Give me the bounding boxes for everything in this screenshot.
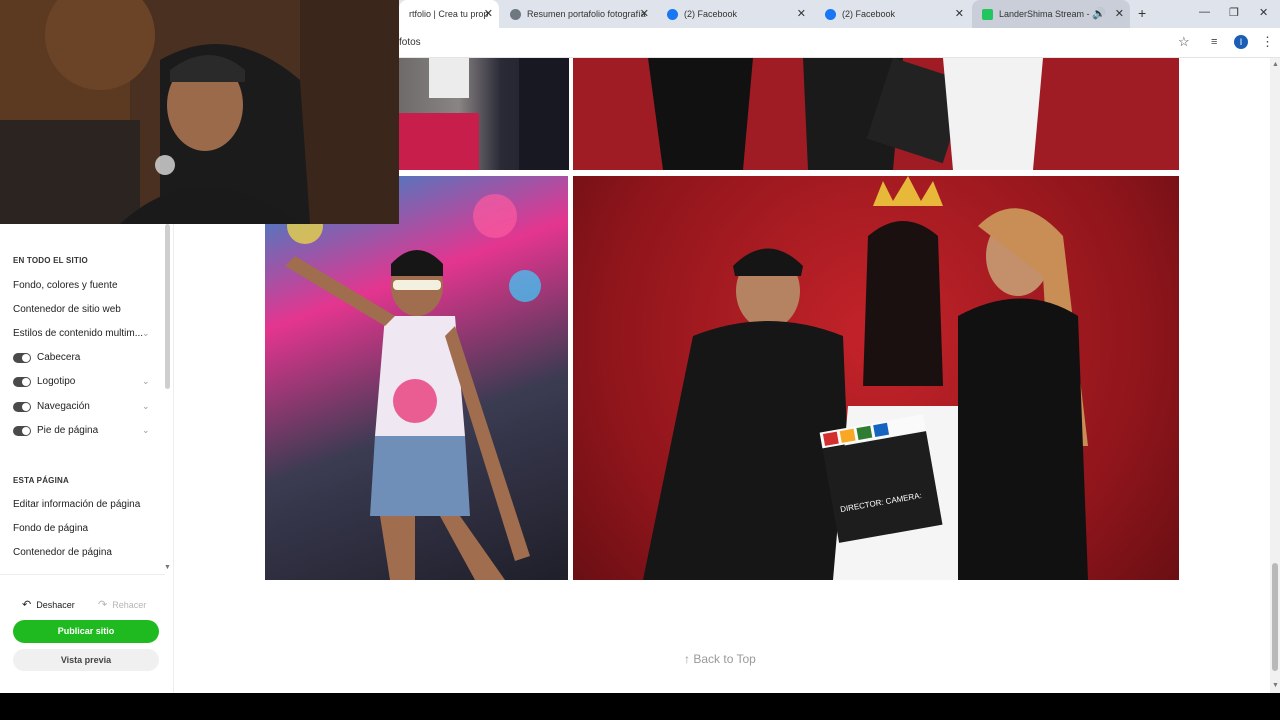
close-icon[interactable]: ✕: [640, 7, 649, 20]
divider: [0, 574, 165, 575]
sidebar-toggle-navigation[interactable]: Navegación: [13, 401, 90, 412]
tab-title: (2) Facebook: [684, 9, 738, 19]
scroll-up-icon[interactable]: ▲: [1272, 61, 1279, 68]
minimize-button[interactable]: —: [1199, 6, 1210, 18]
close-icon[interactable]: ✕: [797, 7, 806, 20]
tab-title: (2) Facebook: [842, 9, 896, 19]
undo-button[interactable]: ↶ Deshacer: [22, 598, 75, 611]
chevron-down-icon[interactable]: ⌄: [142, 328, 150, 339]
toggle-switch[interactable]: [13, 401, 31, 412]
undo-label: Deshacer: [36, 599, 75, 610]
toggle-label: Pie de página: [37, 425, 99, 436]
close-icon[interactable]: ✕: [955, 7, 964, 20]
sidebar-toggle-logo[interactable]: Logotipo: [13, 376, 75, 387]
close-icon[interactable]: ✕: [1115, 7, 1124, 20]
profile-avatar[interactable]: I: [1234, 35, 1248, 49]
chevron-down-icon[interactable]: ⌄: [142, 376, 150, 387]
sidebar-toggle-footer[interactable]: Pie de página: [13, 425, 98, 436]
tab-title: Resumen portafolio fotografía: [527, 9, 646, 19]
toggle-switch[interactable]: [13, 376, 31, 387]
webcam-feed: [0, 0, 399, 224]
screen: { "tabs": [ {"label":"rtfolio | Crea tu …: [0, 0, 1280, 720]
scrollbar-thumb[interactable]: [1272, 563, 1278, 671]
gallery-photo-top-left[interactable]: [399, 58, 569, 170]
tab-title: rtfolio | Crea tu prop: [409, 9, 489, 19]
kick-icon: [982, 8, 993, 20]
sidebar-scrollbar[interactable]: ▼: [164, 224, 171, 574]
redo-label: Rehacer: [112, 599, 147, 610]
tab-resumen[interactable]: Resumen portafolio fotografía ✕: [500, 0, 655, 28]
sidebar-item-media-styles[interactable]: Estilos de contenido multim...: [13, 328, 143, 339]
speaker-icon[interactable]: 🔊: [1092, 7, 1106, 20]
gallery-photo-top-right[interactable]: [573, 58, 1179, 170]
window-close-button[interactable]: ✕: [1259, 6, 1268, 19]
gallery-photo-group-clapperboard[interactable]: DIRECTOR: CAMERA:: [573, 176, 1179, 580]
gallery-photo-woman-sunglasses[interactable]: [265, 176, 568, 580]
photo-art: [399, 58, 569, 170]
redo-button[interactable]: ↷ Rehacer: [98, 598, 146, 611]
photo-art: [285, 192, 541, 580]
photo-art: [573, 58, 1179, 170]
new-tab-button[interactable]: +: [1138, 5, 1146, 21]
toggle-switch[interactable]: [13, 352, 31, 363]
chevron-down-icon[interactable]: ⌄: [142, 401, 150, 412]
sidebar-item-site-container[interactable]: Contenedor de sitio web: [13, 304, 121, 315]
preview-button[interactable]: Vista previa: [13, 649, 159, 671]
publish-site-button[interactable]: Publicar sitio: [13, 620, 159, 643]
taskbar: [0, 693, 1280, 720]
globe-icon: [510, 8, 521, 20]
back-to-top-link[interactable]: ↑ Back to Top: [684, 652, 756, 666]
tab-facebook-2[interactable]: (2) Facebook ✕: [815, 0, 970, 28]
sidebar-item-edit-page-info[interactable]: Editar información de página: [13, 499, 140, 510]
page-scrollbar[interactable]: ▲ ▼: [1270, 58, 1280, 693]
webcam-overlay: [0, 0, 399, 224]
media-queue-icon[interactable]: ≡: [1211, 35, 1217, 49]
sidebar-item-background-colors-font[interactable]: Fondo, colores y fuente: [13, 280, 118, 291]
sidebar-item-page-background[interactable]: Fondo de página: [13, 523, 88, 534]
bookmark-star-icon[interactable]: ☆: [1178, 35, 1190, 49]
chevron-down-icon[interactable]: ⌄: [142, 425, 150, 436]
toggle-label: Navegación: [37, 401, 90, 412]
scroll-down-icon[interactable]: ▼: [164, 564, 171, 571]
close-icon[interactable]: ✕: [484, 7, 493, 20]
restore-button[interactable]: ❐: [1229, 6, 1239, 19]
undo-icon: ↶: [22, 599, 32, 611]
scroll-down-icon[interactable]: ▼: [1272, 682, 1279, 689]
toggle-label: Cabecera: [37, 352, 81, 363]
tab-facebook-1[interactable]: (2) Facebook ✕: [657, 0, 812, 28]
toggle-switch[interactable]: [13, 425, 31, 436]
section-site-heading: EN TODO EL SITIO: [13, 256, 88, 265]
tab-stream[interactable]: LanderShima Stream - Wat 🔊 ✕: [972, 0, 1130, 28]
section-page-heading: ESTA PÁGINA: [13, 476, 69, 485]
editor-sidebar: ▼ EN TODO EL SITIO Fondo, colores y fuen…: [0, 224, 174, 693]
back-to-top-label: Back to Top: [693, 652, 756, 666]
arrow-up-icon: ↑: [684, 652, 690, 666]
menu-dots-icon[interactable]: ⋮: [1261, 35, 1274, 49]
facebook-icon: [825, 8, 836, 20]
redo-icon: ↷: [98, 599, 108, 611]
sidebar-toggle-header[interactable]: Cabecera: [13, 352, 80, 363]
sidebar-item-page-container[interactable]: Contenedor de página: [13, 547, 112, 558]
toggle-label: Logotipo: [37, 376, 76, 387]
facebook-icon: [667, 8, 678, 20]
tab-portfolio[interactable]: rtfolio | Crea tu prop ✕: [399, 0, 499, 28]
sidebar-scrollbar-thumb[interactable]: [165, 224, 170, 389]
tab-title: LanderShima Stream - Wat: [999, 9, 1091, 19]
photo-art: DIRECTOR: CAMERA:: [643, 176, 1088, 580]
address-bar[interactable]: fotos: [399, 33, 421, 53]
